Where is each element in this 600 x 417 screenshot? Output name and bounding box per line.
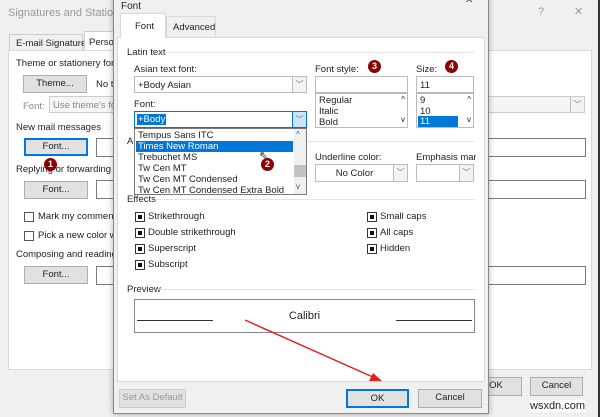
font-option[interactable]: Tw Cen MT Condensed <box>136 174 293 185</box>
red-arrow-icon <box>244 319 382 381</box>
font-list-scrollbar[interactable]: ^ v <box>294 129 306 194</box>
font-option[interactable]: Tempus Sans ITC <box>136 130 293 141</box>
scroll-down-icon[interactable]: v <box>296 182 300 191</box>
step-badge-2: 2 <box>261 158 274 171</box>
scrollbar-thumb[interactable] <box>294 165 306 177</box>
watermark: wsxdn.com <box>530 400 586 412</box>
font-option-selected[interactable]: Times New Roman <box>136 141 293 152</box>
font-dialog-title: Font <box>121 1 142 12</box>
scroll-up-icon[interactable]: ^ <box>296 130 300 139</box>
font-dropdown-list[interactable]: Tempus Sans ITC Times New Roman Trebuche… <box>134 128 307 196</box>
font-option[interactable]: Tw Cen MT Condensed Extra Bold <box>136 185 293 196</box>
